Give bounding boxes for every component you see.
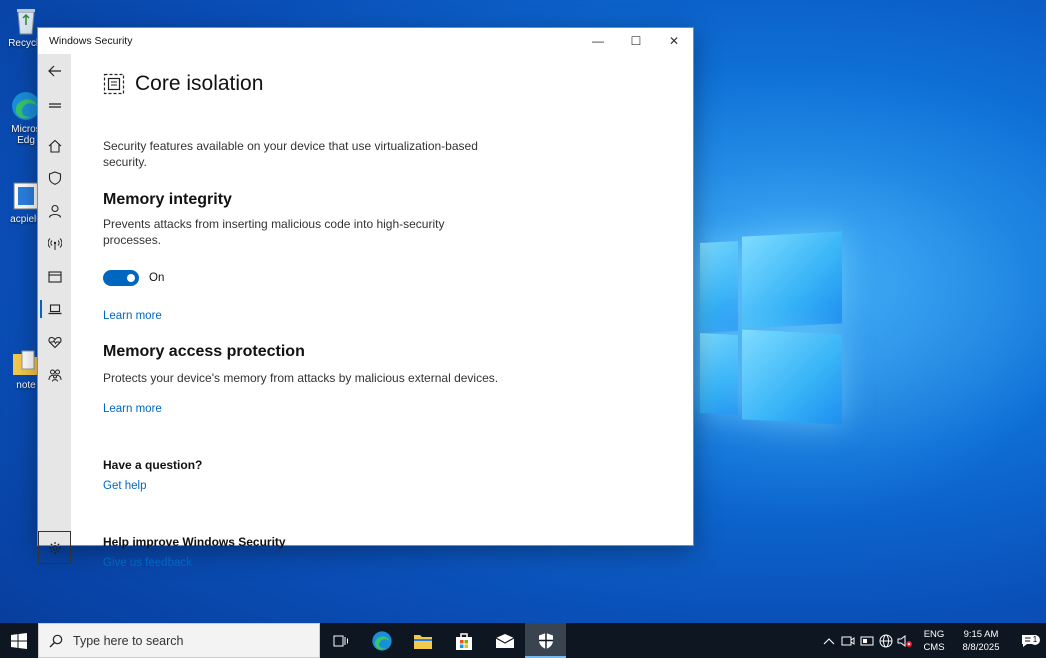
taskbar: Type here to search ENG CMS 9:15 AM 8/8/…	[0, 623, 1046, 658]
toggle-knob	[127, 274, 135, 282]
memory-integrity-description: Prevents attacks from inserting maliciou…	[103, 217, 445, 247]
taskbar-windows-security-button[interactable]	[525, 623, 566, 658]
improve-heading: Help improve Windows Security	[103, 535, 286, 549]
edge-icon	[371, 630, 392, 651]
network-card-icon	[860, 636, 873, 645]
back-button[interactable]	[38, 56, 71, 86]
search-icon	[49, 634, 63, 647]
laptop-icon	[48, 304, 61, 315]
memory-integrity-heading: Memory integrity	[103, 191, 232, 208]
give-feedback-link[interactable]: Give us feedback	[103, 557, 192, 569]
sidebar-item-home[interactable]	[38, 131, 71, 161]
menu-button[interactable]	[38, 90, 71, 120]
shield-icon	[538, 632, 553, 649]
taskbar-edge-button[interactable]	[361, 623, 402, 658]
sidebar-item-virus-protection[interactable]	[38, 163, 71, 193]
sidebar-item-account-protection[interactable]	[38, 196, 71, 226]
core-isolation-page: Core isolation Security features availab…	[103, 54, 693, 569]
window-controls: — ☐ ✕	[579, 28, 693, 54]
show-hidden-icons-button[interactable]	[819, 636, 838, 646]
memory-integrity-learn-more-link[interactable]: Learn more	[103, 310, 162, 322]
sidebar-item-app-browser[interactable]	[38, 262, 71, 292]
store-bag-icon	[455, 632, 472, 650]
wallpaper-windows-logo	[680, 228, 845, 428]
page-title: Core isolation	[135, 72, 264, 95]
sidebar	[38, 54, 71, 564]
volume-muted-icon	[897, 634, 912, 647]
tray-network-button[interactable]	[876, 634, 895, 648]
clock-time: 9:15 AM	[963, 628, 999, 640]
folder-icon	[413, 634, 432, 649]
wireless-icon	[47, 238, 62, 250]
globe-icon	[879, 634, 892, 647]
page-header: Core isolation	[103, 72, 263, 96]
start-button[interactable]	[0, 623, 38, 658]
back-arrow-icon	[47, 65, 61, 77]
tray-network-adapter-button[interactable]	[857, 635, 876, 647]
tray-defender-button[interactable]	[838, 635, 857, 647]
action-center-button[interactable]: 1	[1012, 633, 1046, 649]
task-view-button[interactable]	[320, 623, 361, 658]
taskbar-store-button[interactable]	[443, 623, 484, 658]
task-view-icon	[333, 635, 348, 646]
mail-icon	[495, 633, 514, 648]
tray-volume-button[interactable]	[895, 634, 914, 648]
heart-icon	[47, 336, 62, 349]
sidebar-item-device-security[interactable]	[38, 294, 71, 324]
windows-start-icon	[11, 632, 27, 649]
settings-button[interactable]	[38, 531, 71, 564]
search-placeholder: Type here to search	[73, 633, 184, 648]
system-tray: ENG CMS 9:15 AM 8/8/2025 1	[819, 623, 1046, 658]
gear-icon	[48, 541, 61, 554]
family-icon	[48, 369, 61, 382]
home-icon	[48, 139, 61, 153]
memory-integrity-toggle[interactable]	[103, 270, 139, 286]
memory-access-learn-more-link[interactable]: Learn more	[103, 403, 162, 415]
camera-icon	[841, 636, 854, 645]
sidebar-item-family-options[interactable]	[38, 360, 71, 390]
taskbar-mail-button[interactable]	[484, 623, 525, 658]
taskbar-file-explorer-button[interactable]	[402, 623, 443, 658]
question-heading: Have a question?	[103, 458, 203, 472]
shield-icon	[48, 171, 61, 185]
get-help-link[interactable]: Get help	[103, 480, 146, 492]
close-button[interactable]: ✕	[655, 28, 693, 54]
chevron-up-icon	[823, 637, 834, 644]
page-description: Security features available on your devi…	[103, 139, 478, 169]
language-code: ENG	[923, 628, 945, 640]
input-language-button[interactable]: ENG CMS	[918, 628, 950, 654]
maximize-button[interactable]: ☐	[617, 28, 655, 54]
core-isolation-icon	[103, 73, 125, 95]
hamburger-icon	[48, 103, 61, 108]
memory-access-description: Protects your device's memory from attac…	[103, 371, 499, 385]
browser-window-icon	[47, 271, 62, 283]
window-title: Windows Security	[49, 35, 133, 47]
person-icon	[48, 204, 61, 218]
taskbar-search-box[interactable]: Type here to search	[38, 623, 320, 658]
clock-date: 8/8/2025	[962, 641, 1000, 653]
memory-access-heading: Memory access protection	[103, 343, 305, 360]
minimize-button[interactable]: —	[579, 28, 617, 54]
windows-security-window: Windows Security — ☐ ✕ Core isolation Se…	[37, 27, 694, 569]
memory-integrity-toggle-label: On	[149, 272, 165, 284]
title-bar[interactable]: Windows Security — ☐ ✕	[38, 28, 693, 54]
sidebar-item-firewall[interactable]	[38, 229, 71, 259]
notification-count-badge: 1	[1030, 634, 1040, 645]
clock-button[interactable]: 9:15 AM 8/8/2025	[950, 628, 1012, 654]
input-method-code: CMS	[923, 641, 945, 653]
sidebar-item-device-performance[interactable]	[38, 327, 71, 357]
